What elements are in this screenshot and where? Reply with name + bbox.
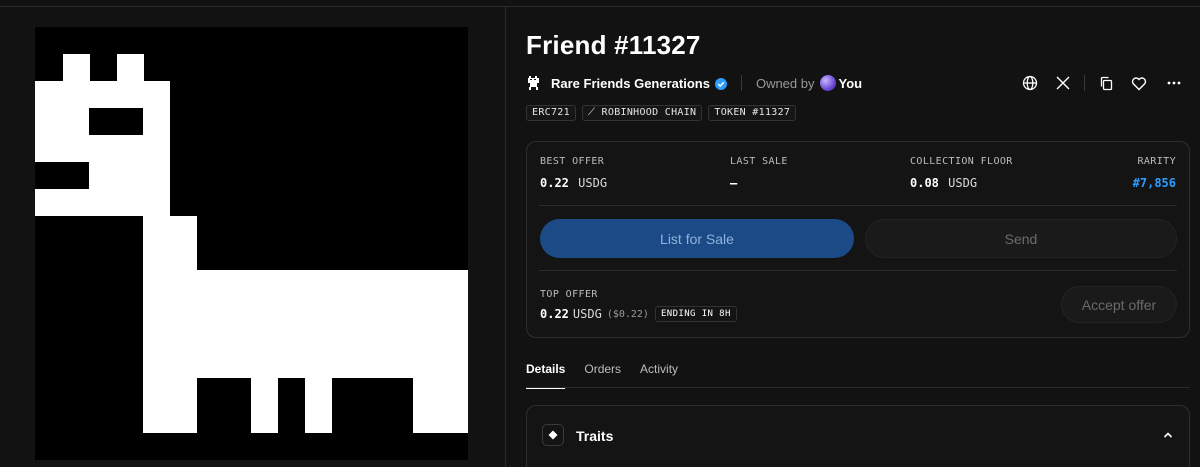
- nft-image[interactable]: [35, 27, 468, 460]
- globe-icon[interactable]: [1021, 74, 1039, 92]
- tab-activity[interactable]: Activity: [640, 362, 678, 389]
- traits-title: Traits: [576, 428, 614, 444]
- traits-section[interactable]: Traits: [526, 405, 1190, 467]
- heart-icon[interactable]: [1130, 74, 1148, 92]
- action-icons: [1021, 74, 1183, 92]
- divider: [740, 75, 742, 91]
- top-offer-value: 0.22 USDG ($0.22) ENDING IN 8H: [540, 306, 737, 322]
- diamond-icon: [542, 424, 564, 446]
- send-button[interactable]: Send: [865, 219, 1177, 258]
- x-icon[interactable]: [1054, 74, 1072, 92]
- last-sale-label: LAST SALE: [730, 156, 788, 167]
- chevron-up-icon[interactable]: [1161, 428, 1175, 442]
- avatar-icon[interactable]: [819, 75, 836, 91]
- copy-icon[interactable]: [1097, 74, 1115, 92]
- token-tags: ERC721 ⟋ ROBINHOOD CHAIN TOKEN #11327: [526, 105, 797, 121]
- tag-chain[interactable]: ⟋ ROBINHOOD CHAIN: [581, 105, 703, 121]
- divider: [539, 205, 1177, 206]
- collection-owner-row: Rare Friends Generations Owned by You: [526, 73, 862, 93]
- verified-badge-icon: [714, 77, 727, 90]
- tab-details[interactable]: Details: [526, 362, 566, 389]
- panel-divider: [505, 7, 506, 467]
- tag-token-id: TOKEN #11327: [708, 105, 797, 121]
- accept-offer-button[interactable]: Accept offer: [1061, 286, 1177, 323]
- top-offer-label: TOP OFFER: [540, 289, 598, 300]
- tab-orders[interactable]: Orders: [584, 362, 621, 389]
- best-offer-label: BEST OFFER: [540, 156, 605, 167]
- collection-floor-value: 0.08 USDG: [910, 176, 978, 190]
- tag-standard: ERC721: [526, 105, 576, 121]
- last-sale-value: —: [730, 176, 738, 190]
- collection-link[interactable]: Rare Friends Generations: [551, 76, 710, 91]
- divider: [539, 270, 1177, 271]
- top-border: [0, 0, 1200, 7]
- divider: [526, 387, 1190, 388]
- owned-by-label: Owned by: [755, 75, 815, 91]
- divider: [1084, 75, 1085, 91]
- rarity-value[interactable]: #7,856: [1133, 176, 1176, 190]
- collection-floor-label: COLLECTION FLOOR: [910, 156, 1013, 167]
- best-offer-value: 0.22 USDG: [540, 176, 608, 190]
- pixel-creature-icon[interactable]: [526, 75, 542, 91]
- rarity-label: RARITY: [1137, 156, 1176, 167]
- price-card: BEST OFFER 0.22 USDG LAST SALE — COLLECT…: [526, 141, 1190, 338]
- nft-title: Friend #11327: [526, 30, 701, 60]
- detail-tabs: Details Orders Activity: [526, 362, 697, 389]
- offer-expiry-badge: ENDING IN 8H: [654, 306, 737, 322]
- owner-link[interactable]: You: [839, 76, 863, 91]
- more-icon[interactable]: [1165, 74, 1183, 92]
- list-for-sale-button[interactable]: List for Sale: [540, 219, 854, 258]
